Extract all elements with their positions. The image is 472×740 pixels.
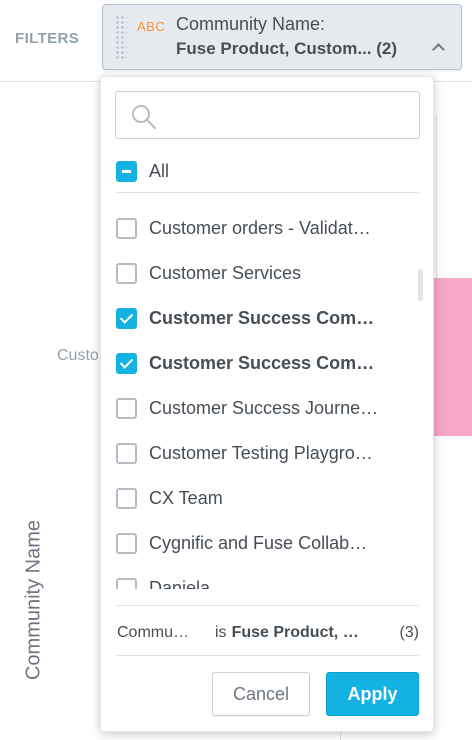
select-all-checkbox[interactable]: [116, 160, 137, 182]
list-item[interactable]: Daniela: [116, 575, 397, 589]
item-checkbox[interactable]: [116, 397, 137, 419]
list-item[interactable]: Cygnific and Fuse Collab…: [116, 530, 397, 556]
item-checkbox[interactable]: [116, 577, 137, 589]
attribute-type-badge: ABC: [137, 19, 166, 34]
filter-title: Community Name:: [176, 14, 326, 34]
filter-bar: FILTERS ABC Community Name: Fuse Product…: [0, 0, 472, 82]
item-checkbox[interactable]: [116, 262, 137, 284]
item-checkbox[interactable]: [116, 307, 137, 329]
list-item[interactable]: Customer orders - Validat…: [116, 215, 397, 241]
item-label: Customer orders - Validat…: [149, 217, 371, 238]
item-label: Customer Success Com…: [149, 352, 375, 373]
item-checkbox[interactable]: [116, 442, 137, 464]
chart-tick-label: Custo: [57, 347, 99, 364]
list-item[interactable]: Customer Success Com…: [116, 305, 397, 331]
apply-button[interactable]: Apply: [326, 672, 419, 716]
search-input[interactable]: [166, 102, 406, 130]
select-all-label: All: [149, 160, 170, 181]
item-label: Customer Success Journe…: [149, 397, 379, 418]
item-checkbox[interactable]: [116, 217, 137, 239]
filter-dropdown: All Customer orders - Validat… Customer …: [100, 76, 434, 732]
options-list[interactable]: Customer orders - Validat… Customer Serv…: [116, 213, 421, 589]
select-all-option[interactable]: All: [116, 159, 169, 183]
scrollbar[interactable]: [418, 269, 423, 301]
item-checkbox[interactable]: [116, 532, 137, 554]
item-label: Customer Success Com…: [149, 307, 375, 328]
summary-value: Fuse Product, …: [231, 624, 359, 641]
divider: [116, 605, 419, 606]
divider: [116, 192, 419, 193]
summary-operator: is: [215, 624, 227, 641]
item-label: Cygnific and Fuse Collab…: [149, 532, 368, 553]
cancel-button[interactable]: Cancel: [212, 672, 310, 716]
item-label: CX Team: [149, 487, 223, 508]
divider: [116, 655, 419, 656]
item-checkbox[interactable]: [116, 487, 137, 509]
search-box[interactable]: [115, 91, 420, 139]
summary-attribute: Commu…: [117, 624, 190, 641]
chart-y-axis-label: Community Name: [22, 519, 45, 681]
list-item[interactable]: Customer Testing Playgro…: [116, 440, 397, 466]
attribute-filter-button[interactable]: ABC Community Name: Fuse Product, Custom…: [102, 4, 462, 70]
filters-label: FILTERS: [15, 30, 80, 47]
item-label: Customer Testing Playgro…: [149, 442, 373, 463]
item-label: Customer Services: [149, 262, 302, 283]
list-item[interactable]: Customer Success Com…: [116, 350, 397, 376]
list-item[interactable]: Customer Success Journe…: [116, 395, 397, 421]
list-item[interactable]: CX Team: [116, 485, 397, 511]
chevron-up-icon: [432, 43, 445, 56]
summary-count: (3): [399, 624, 419, 641]
selection-summary: Commu… is Fuse Product, … (3): [117, 621, 419, 645]
item-label: Daniela: [149, 577, 211, 590]
item-checkbox[interactable]: [116, 352, 137, 374]
chart-bar[interactable]: [434, 278, 472, 436]
drag-handle-icon[interactable]: [115, 15, 127, 61]
filter-value: Fuse Product, Custom... (2): [176, 39, 398, 58]
list-item[interactable]: Customer Services: [116, 260, 397, 286]
chart-gridline: [436, 116, 437, 278]
search-icon: [132, 105, 156, 129]
